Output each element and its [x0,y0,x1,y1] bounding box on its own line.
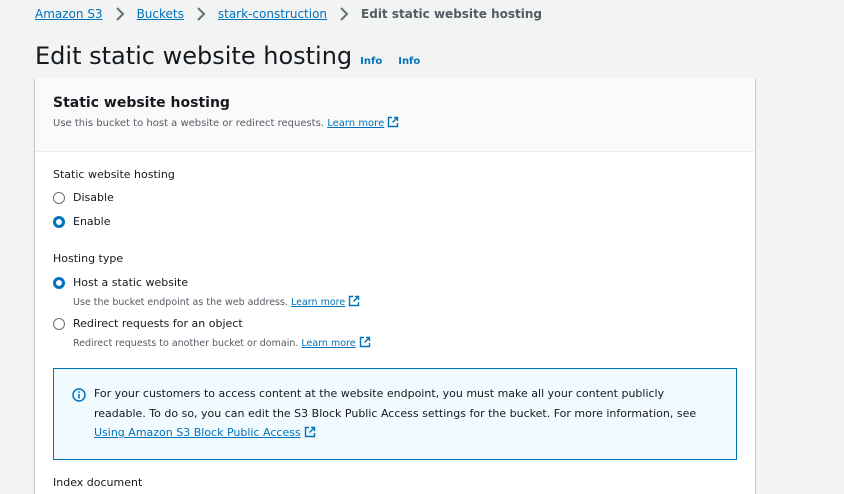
panel-description-text: Use this bucket to host a website or red… [53,118,324,129]
learn-more-link[interactable]: Learn more [301,336,370,349]
page-title: Edit static website hosting [35,42,353,70]
radio-description-text: Redirect requests to another bucket or d… [73,338,299,349]
radio-host-static-website[interactable]: Host a static website [53,276,188,289]
static-website-hosting-panel: Static website hosting Use this bucket t… [35,78,755,494]
radio-description: Redirect requests to another bucket or d… [73,336,371,349]
radio-disable[interactable]: Disable [53,191,114,204]
external-link-icon [348,295,360,307]
index-document-label: Index document [53,476,143,489]
info-link[interactable]: Info [360,56,382,67]
external-link-icon [388,116,399,128]
breadcrumb: Amazon S3 Buckets stark-construction Edi… [35,5,542,23]
breadcrumb-amazon-s3[interactable]: Amazon S3 [35,7,103,21]
hosting-type-label: Hosting type [53,252,124,265]
radio-button-selected[interactable] [53,276,65,289]
external-link-icon [359,336,370,348]
learn-more-link[interactable]: Learn more [291,295,360,308]
breadcrumb-current: Edit static website hosting [361,7,542,21]
radio-enable[interactable]: Enable [53,215,110,228]
page: Amazon S3 Buckets stark-construction Edi… [0,0,844,494]
learn-more-label: Learn more [327,118,385,129]
chevron-right-icon [195,6,207,22]
radio-label: Redirect requests for an object [73,317,243,330]
alert-text: For your customers to access content at … [94,387,697,420]
external-link-icon [304,426,315,438]
info-alert: For your customers to access content at … [53,368,737,460]
learn-more-label: Learn more [301,338,356,349]
block-public-access-link[interactable]: Using Amazon S3 Block Public Access [94,426,316,439]
radio-label: Disable [73,191,114,204]
chevron-right-icon [114,6,126,22]
alert-link-label: Using Amazon S3 Block Public Access [94,426,301,439]
breadcrumb-bucket[interactable]: stark-construction [218,7,327,21]
learn-more-label: Learn more [291,297,346,308]
breadcrumb-buckets[interactable]: Buckets [137,7,184,21]
chevron-right-icon [338,6,350,22]
info-link[interactable]: Info [398,56,420,67]
panel-description: Use this bucket to host a website or red… [53,116,737,129]
radio-redirect-requests[interactable]: Redirect requests for an object [53,317,243,330]
radio-button[interactable] [53,191,65,204]
radio-label: Host a static website [73,276,189,289]
radio-button-selected[interactable] [53,215,65,228]
info-icon [72,388,86,402]
panel-title: Static website hosting [53,95,230,111]
radio-description: Use the bucket endpoint as the web addre… [73,295,360,308]
radio-description-text: Use the bucket endpoint as the web addre… [73,297,288,308]
learn-more-link[interactable]: Learn more [327,116,399,129]
radio-label: Enable [73,215,111,228]
title-row: Edit static website hosting Info Info [35,42,420,74]
hosting-label: Static website hosting [53,168,175,181]
radio-button[interactable] [53,317,65,330]
panel-header: Static website hosting Use this bucket t… [35,78,755,152]
